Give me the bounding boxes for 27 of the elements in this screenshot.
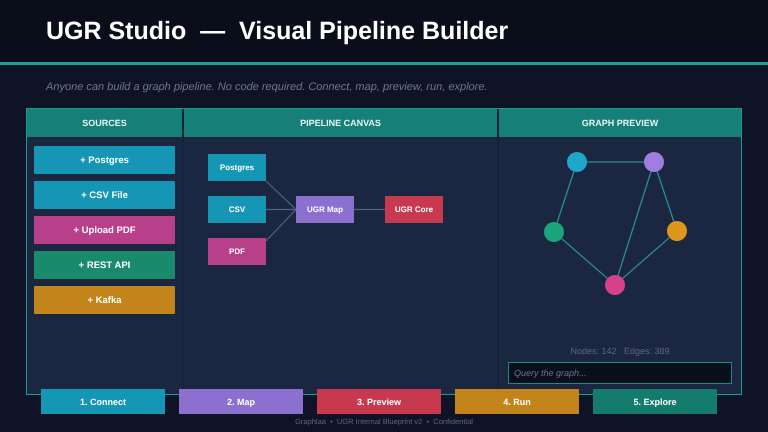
subtitle-text: Anyone can build a graph pipeline. No code required. Connect, map, preview, run, explore. — [44, 80, 488, 92]
panel-header: PIPELINE CANVAS — [184, 109, 497, 137]
connector-line — [354, 208, 385, 210]
add-source-button[interactable]: + Postgres — [34, 146, 175, 174]
step-button[interactable]: 2. Map — [179, 389, 303, 414]
graph-stats: Nodes: 142 Edges: 389 — [570, 346, 670, 356]
step-button[interactable]: 5. Explore — [593, 389, 717, 414]
query-field[interactable]: Query the graph... — [508, 362, 732, 384]
add-source-button[interactable]: + CSV File — [34, 181, 175, 209]
add-source-button[interactable]: + REST API — [34, 251, 175, 279]
panel-header: GRAPH PREVIEW — [499, 109, 741, 137]
graph-edge — [556, 171, 574, 223]
step-button[interactable]: 4. Run — [455, 389, 579, 414]
pipeline-node[interactable]: Postgres — [208, 154, 266, 181]
step-button[interactable]: 3. Preview — [317, 389, 441, 414]
graph-edge — [656, 171, 674, 222]
pipeline-node[interactable]: PDF — [208, 238, 266, 265]
pipeline-node[interactable]: UGR Map — [296, 196, 354, 223]
step-button[interactable]: 1. Connect — [41, 389, 165, 414]
graph-edge — [561, 238, 608, 279]
pipeline-node[interactable]: CSV — [208, 196, 266, 223]
pipeline-node[interactable]: UGR Core — [385, 196, 443, 223]
panel-header: SOURCES — [27, 109, 182, 137]
slide-title: UGR Studio — Visual Pipeline Builder — [46, 16, 508, 46]
add-source-button[interactable]: + Kafka — [34, 286, 175, 314]
graph-edge — [587, 161, 644, 163]
add-source-button[interactable]: + Upload PDF — [34, 216, 175, 244]
